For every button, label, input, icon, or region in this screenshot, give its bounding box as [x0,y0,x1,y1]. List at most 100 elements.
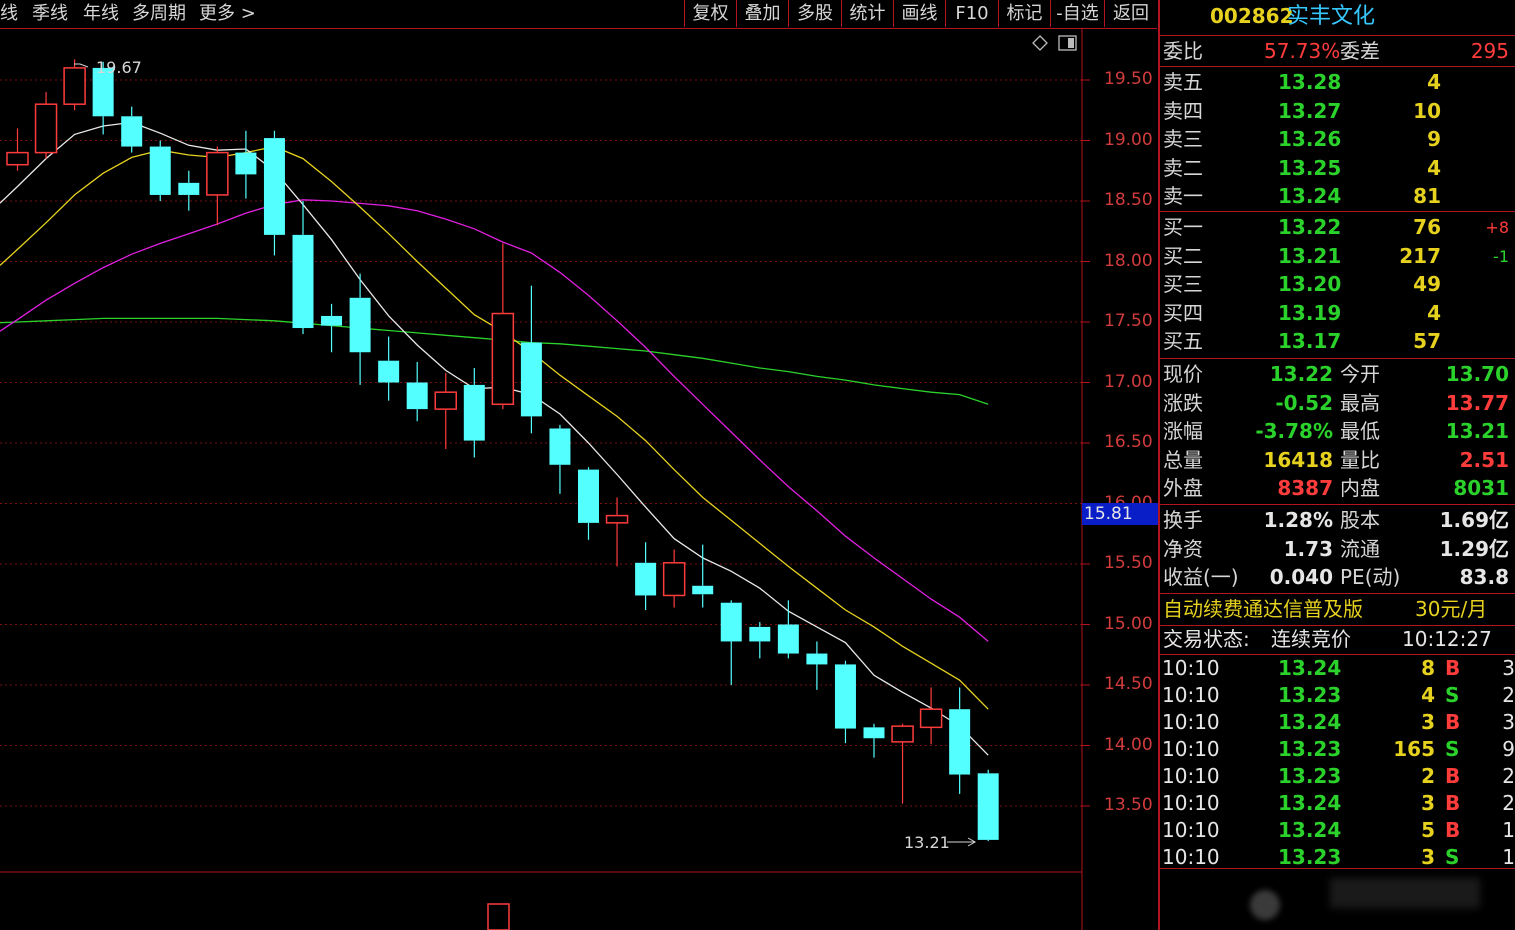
candle[interactable] [178,170,200,211]
candle[interactable] [806,641,828,690]
candle-body [919,708,943,729]
candle[interactable] [378,336,400,401]
bid-row[interactable]: 买四 13.19 4 [1160,299,1515,328]
candle[interactable] [863,723,885,758]
candle-body [178,182,200,195]
y-axis-tick-label: 15.00 [1104,613,1153,634]
stat-label: 最高 [1340,390,1380,415]
f10-button[interactable]: F10 [945,0,998,27]
info-value: 1.29亿 [1439,536,1509,561]
trade-status-time: 10:12:27 [1402,627,1492,651]
bid-price: 13.20 [1278,272,1342,297]
stock-code: 002862 [1210,4,1294,28]
candle[interactable] [292,201,314,335]
candle[interactable] [349,273,371,385]
ask-row[interactable]: 卖五 13.28 4 [1160,68,1515,97]
tab-quarter-line[interactable]: 季线 [32,0,68,27]
ask-row[interactable]: 卖四 13.27 10 [1160,97,1515,126]
info-value: 1.69亿 [1439,508,1509,532]
tick-price: 13.24 [1278,656,1342,680]
ask-row[interactable]: 卖一 13.24 81 [1160,182,1515,211]
overlay-button[interactable]: 叠加 [736,0,788,27]
remove-watchlist-button[interactable]: -自选 [1050,0,1104,27]
candle[interactable] [605,497,629,567]
candle[interactable] [206,146,229,226]
ask-row[interactable]: 卖二 13.25 4 [1160,154,1515,183]
candle[interactable] [463,367,485,458]
bid-volume-change: -1 [1493,246,1509,266]
adjust-rights-button[interactable]: 复权 [684,0,736,27]
candle-body [605,514,629,524]
mark-button[interactable]: 标记 [998,0,1050,27]
tick-list[interactable]: 10:10 13.24 8 B 3 10:10 13.23 4 S 2 10:10 13.24 3 B 3 1… [1160,655,1515,867]
candle[interactable] [919,687,943,745]
bid-row[interactable]: 买三 13.20 49 [1160,270,1515,299]
info-label: PE(动) [1340,565,1401,590]
tab-more[interactable]: 更多 > [199,0,256,27]
draw-line-button[interactable]: 画线 [893,0,945,27]
candle[interactable] [949,687,971,794]
candle[interactable] [121,106,143,153]
candle[interactable] [6,128,29,171]
bid-volume: 57 [1413,329,1441,354]
candle[interactable] [434,372,457,450]
multi-stock-button[interactable]: 多股 [788,0,841,27]
candle[interactable] [834,660,856,744]
candle[interactable] [520,285,542,434]
candle-body [121,116,143,147]
candle[interactable] [321,303,343,353]
tick-price: 13.23 [1278,737,1342,761]
candle[interactable] [662,549,686,608]
candle-body [520,342,542,417]
candle[interactable] [235,130,257,199]
stat-value: 8031 [1453,476,1509,501]
candle[interactable] [977,769,999,842]
bid-price: 13.17 [1278,329,1342,354]
tick-direction: B [1445,764,1461,788]
candle[interactable] [692,544,714,608]
statistics-button[interactable]: 统计 [841,0,893,27]
bid-row[interactable]: 买五 13.17 57 [1160,327,1515,356]
y-axis-tick-label: 19.50 [1104,69,1153,89]
ask-volume: 9 [1427,127,1441,152]
candle[interactable] [578,467,599,540]
candle[interactable] [777,600,799,659]
kline-chart[interactable]: 19.67 13.21 19.50 19.00 18.50 18.00 17.50 17.… [0,29,1158,930]
tick-count: 1 [1502,818,1515,842]
info-value: 1.28% [1263,508,1333,532]
tab-period-partial[interactable]: 线 [0,0,18,27]
ad-row[interactable]: 自动续费通达信普及版 30元/月 [1160,595,1515,624]
bid-row[interactable]: 买一 13.22 76 +8 [1160,213,1515,242]
candle[interactable] [406,361,428,422]
stat-row: 总量 16418 量比 2.51 [1160,446,1515,475]
candle[interactable] [63,59,86,111]
candle[interactable] [491,243,515,410]
candle[interactable] [891,723,914,804]
candle-body [378,360,400,383]
ma20-line [0,199,989,642]
ask-row[interactable]: 卖三 13.26 9 [1160,125,1515,154]
tick-row: 10:10 13.24 5 B 1 [1160,817,1515,844]
weicha-value: 295 [1470,39,1509,63]
tab-year-line[interactable]: 年线 [83,0,119,27]
tab-multi-period[interactable]: 多周期 [132,0,186,27]
candle[interactable] [149,140,171,202]
candle[interactable] [635,542,657,610]
bid-row[interactable]: 买二 13.21 217 -1 [1160,242,1515,271]
ask-level-label: 卖三 [1163,127,1203,152]
candle[interactable] [749,622,771,659]
back-button[interactable]: 返回 [1104,0,1157,27]
candle[interactable] [720,600,742,685]
candle[interactable] [34,92,58,159]
candle[interactable] [549,424,571,494]
kline-canvas[interactable]: 19.67 13.21 [0,29,1157,930]
volume-bar [487,903,510,930]
ask-level-label: 卖四 [1163,98,1203,123]
panel-toggle-icon[interactable] [1058,35,1077,51]
tick-price: 13.24 [1278,710,1342,734]
candle[interactable] [263,130,285,256]
diamond-icon[interactable] [1032,35,1048,51]
weibi-row: 委比 57.73% 委差 295 [1160,37,1515,66]
high-price-label: 19.67 [96,58,142,77]
candle-body [635,562,657,596]
